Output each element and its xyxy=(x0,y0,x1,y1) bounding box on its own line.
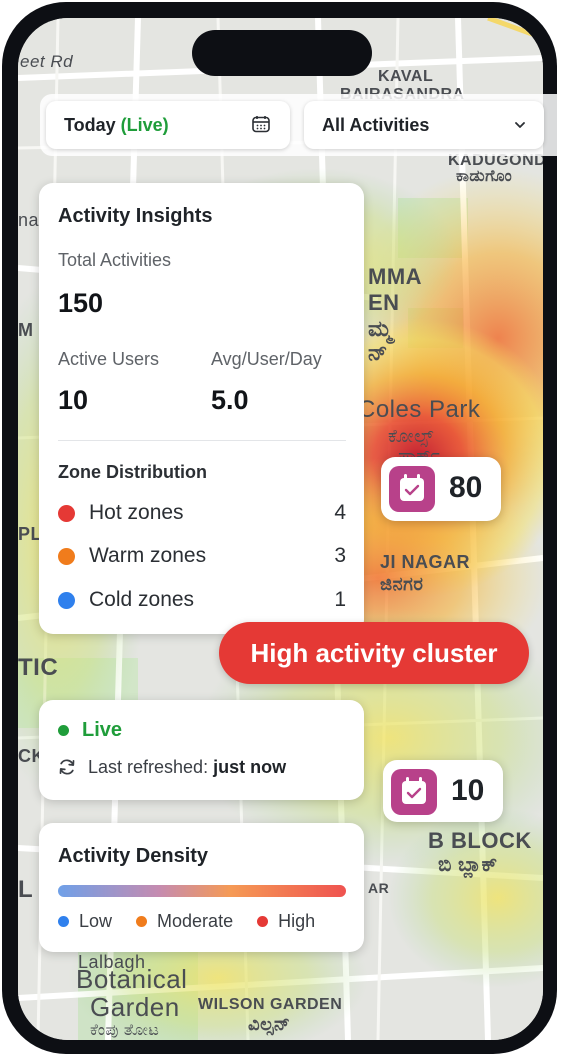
map-label-kadugondana-kn: ಕಾಡುಗೊಂ xyxy=(456,168,513,185)
moderate-dot xyxy=(136,916,148,927)
map-label-kn-amma: ಮ್ಮ xyxy=(368,316,393,341)
live-status-card: Live Last refreshed: just now xyxy=(39,700,364,800)
map-label-botanical: Botanical xyxy=(76,964,188,994)
live-status-text: Live xyxy=(82,719,123,741)
map-label-amma: MMA xyxy=(368,264,423,289)
zone-row-warm: Warm zones 3 xyxy=(58,542,346,570)
zone-distribution-title: Zone Distribution xyxy=(58,462,207,482)
map-label-tic: TIC xyxy=(18,654,59,681)
map-label-wilson-kn: ವಿಲ್ಸನ್ xyxy=(248,1014,291,1034)
map-label-lalbagh-kn: ಕೆಂಪು ತೋಟ xyxy=(90,1022,160,1039)
zone-count: 4 xyxy=(334,501,346,524)
map-label-left-ar: AR xyxy=(368,880,390,896)
phone-notch xyxy=(192,30,372,76)
zone-row-cold: Cold zones 1 xyxy=(58,586,346,614)
last-refreshed-label: Last refreshed: xyxy=(88,757,209,777)
last-refreshed: Last refreshed: just now xyxy=(88,757,286,778)
map-label-en: EN xyxy=(368,290,400,315)
map-label-wilson: WILSON GARDEN xyxy=(198,996,343,1013)
map-label-coles-park: Coles Park xyxy=(358,396,481,423)
zone-label: Hot zones xyxy=(89,501,184,524)
map-label-ji-nagar: JI NAGAR xyxy=(380,552,471,572)
low-dot xyxy=(58,916,69,927)
live-indicator-dot xyxy=(58,725,69,736)
warm-zone-dot xyxy=(58,547,75,565)
last-refreshed-value: just now xyxy=(213,757,287,777)
high-dot xyxy=(257,916,269,927)
insights-divider xyxy=(58,440,346,441)
zone-count: 3 xyxy=(334,544,346,567)
avg-user-day-value: 5.0 xyxy=(211,385,249,415)
activity-insights-card: Activity Insights Total Activities 150 A… xyxy=(39,183,364,634)
zone-label: Warm zones xyxy=(89,544,207,567)
calendar-check-icon xyxy=(389,466,435,512)
map-label-left-l: L xyxy=(18,876,34,903)
density-legend: Low Moderate High xyxy=(58,911,358,932)
date-label: Today xyxy=(64,114,116,135)
zone-count: 1 xyxy=(334,588,346,611)
refresh-icon[interactable] xyxy=(58,758,76,776)
map-label-coles-park-kn: ಕೋಲ್ಸ್ xyxy=(388,426,434,446)
date-filter-button[interactable]: Today (Live) xyxy=(46,101,290,149)
zone-label: Cold zones xyxy=(89,588,195,611)
legend-label: Moderate xyxy=(157,911,234,931)
legend-label: Low xyxy=(79,911,113,931)
map-label-kaval: KAVAL xyxy=(378,68,434,85)
activity-marker-80[interactable]: 80 xyxy=(381,457,501,521)
map-label-garden: Garden xyxy=(90,992,180,1022)
calendar-icon xyxy=(252,116,270,133)
active-users-label: Active Users xyxy=(58,349,160,369)
map-label-b-block: B BLOCK xyxy=(428,828,532,853)
activity-filter-label: All Activities xyxy=(322,114,430,135)
hot-zone-dot xyxy=(58,504,75,522)
total-activities-label: Total Activities xyxy=(58,250,172,270)
cold-zone-dot xyxy=(58,591,75,609)
density-gradient-bar xyxy=(58,885,346,897)
total-activities-value: 150 xyxy=(58,288,104,318)
insights-title: Activity Insights xyxy=(58,205,213,227)
active-users-value: 10 xyxy=(58,385,89,415)
map-label-street: eet Rd xyxy=(20,52,74,71)
density-title: Activity Density xyxy=(58,845,209,867)
map-label-left-na: na xyxy=(18,210,40,230)
calendar-check-icon xyxy=(391,769,437,815)
map-label-left-m: M xyxy=(18,320,34,340)
legend-low: Low xyxy=(58,911,112,932)
date-live-tag: (Live) xyxy=(120,114,169,135)
activity-density-card: Activity Density Low Moderate High xyxy=(39,823,364,952)
marker-count: 10 xyxy=(451,774,485,807)
avg-user-day-label: Avg/User/Day xyxy=(211,349,322,369)
zone-row-hot: Hot zones 4 xyxy=(58,499,346,527)
activity-marker-10[interactable]: 10 xyxy=(383,760,503,822)
legend-high: High xyxy=(257,911,315,932)
marker-count: 80 xyxy=(449,471,483,504)
activity-filter-select[interactable]: All Activities xyxy=(304,101,544,149)
legend-label: High xyxy=(278,911,316,931)
map-label-ji-nagar-kn: ಜಿನಗರ xyxy=(380,574,424,594)
high-activity-cluster-label[interactable]: High activity cluster xyxy=(219,622,529,684)
legend-moderate: Moderate xyxy=(136,911,233,932)
map-label-b-block-kn: ಬಿ ಬ್ಲಾಕ್ xyxy=(438,854,498,876)
chevron-down-icon xyxy=(515,122,525,128)
map-label-kn-en: ನ್ xyxy=(368,340,388,365)
